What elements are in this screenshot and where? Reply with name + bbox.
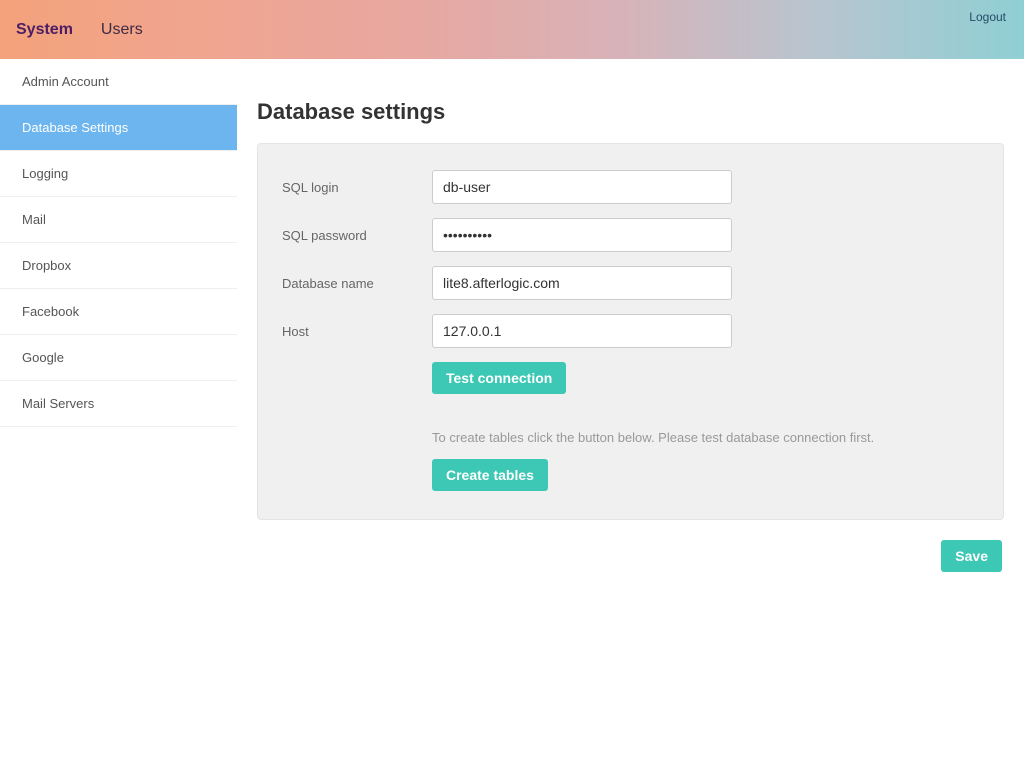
input-sql-password[interactable] <box>432 218 732 252</box>
save-bar: Save <box>257 540 1004 572</box>
test-connection-row: Test connection <box>432 362 979 394</box>
create-tables-button[interactable]: Create tables <box>432 459 548 491</box>
sidebar-item-facebook[interactable]: Facebook <box>0 289 237 335</box>
topbar: System Users Logout <box>0 0 1024 59</box>
nav-system[interactable]: System <box>16 21 73 39</box>
label-sql-login: SQL login <box>282 180 432 195</box>
sidebar-item-logging[interactable]: Logging <box>0 151 237 197</box>
input-host[interactable] <box>432 314 732 348</box>
create-tables-row: Create tables <box>432 459 979 491</box>
row-sql-login: SQL login <box>282 170 979 204</box>
input-db-name[interactable] <box>432 266 732 300</box>
label-sql-password: SQL password <box>282 228 432 243</box>
row-sql-password: SQL password <box>282 218 979 252</box>
nav-users[interactable]: Users <box>101 21 143 39</box>
sidebar-item-dropbox[interactable]: Dropbox <box>0 243 237 289</box>
row-db-name: Database name <box>282 266 979 300</box>
input-sql-login[interactable] <box>432 170 732 204</box>
logout-link[interactable]: Logout <box>969 10 1006 24</box>
page-title: Database settings <box>257 99 1004 125</box>
settings-panel: SQL login SQL password Database name Hos… <box>257 143 1004 520</box>
helper-text: To create tables click the button below.… <box>432 430 979 445</box>
sidebar-item-google[interactable]: Google <box>0 335 237 381</box>
label-host: Host <box>282 324 432 339</box>
sidebar-item-admin-account[interactable]: Admin Account <box>0 59 237 105</box>
label-db-name: Database name <box>282 276 432 291</box>
sidebar-item-mail[interactable]: Mail <box>0 197 237 243</box>
container: Admin Account Database Settings Logging … <box>0 59 1024 768</box>
sidebar-item-database-settings[interactable]: Database Settings <box>0 105 237 151</box>
sidebar: Admin Account Database Settings Logging … <box>0 59 237 768</box>
row-host: Host <box>282 314 979 348</box>
sidebar-item-mail-servers[interactable]: Mail Servers <box>0 381 237 427</box>
save-button[interactable]: Save <box>941 540 1002 572</box>
test-connection-button[interactable]: Test connection <box>432 362 566 394</box>
main: Database settings SQL login SQL password… <box>237 59 1024 768</box>
